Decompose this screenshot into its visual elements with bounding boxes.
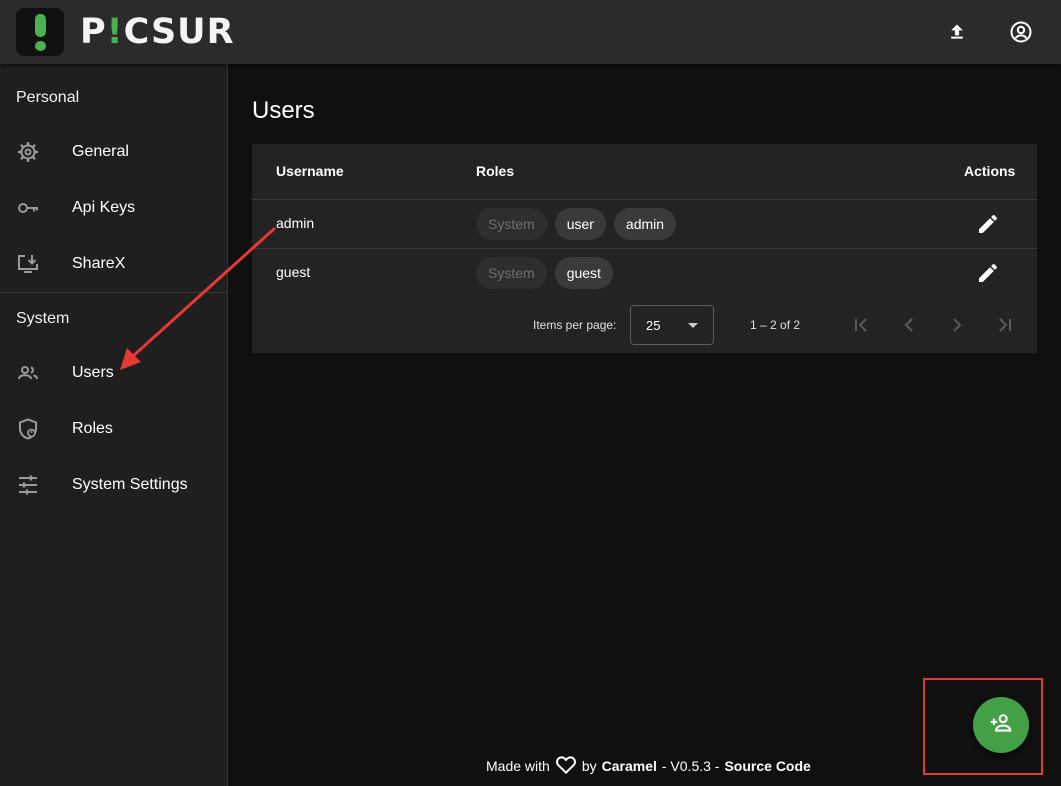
page-range-label: 1 – 2 of 2 bbox=[750, 318, 801, 332]
sliders-icon bbox=[16, 473, 40, 497]
username-cell: admin bbox=[276, 215, 315, 231]
sidebar-divider bbox=[0, 292, 227, 293]
first-page-icon[interactable] bbox=[849, 313, 873, 337]
brand-name: P!CSUR bbox=[80, 12, 235, 52]
gear-icon bbox=[16, 140, 40, 164]
edit-pencil-icon[interactable] bbox=[976, 212, 1000, 236]
page-title: Users bbox=[252, 97, 315, 124]
column-header-actions: Actions bbox=[964, 163, 1016, 179]
top-app-bar: P!CSUR bbox=[0, 0, 1061, 64]
sidebar-item-label: Roles bbox=[72, 420, 113, 437]
roles-cell: System user admin bbox=[476, 208, 677, 240]
page-size-value: 25 bbox=[646, 318, 661, 333]
role-chip: user bbox=[554, 208, 606, 240]
table-row: admin System user admin bbox=[252, 199, 1037, 248]
role-chip: System bbox=[476, 208, 547, 240]
next-page-icon[interactable] bbox=[945, 313, 969, 337]
sidebar-item-label: Users bbox=[72, 364, 114, 381]
role-chip: System bbox=[476, 257, 547, 289]
page-size-select[interactable]: 25 bbox=[630, 305, 714, 345]
role-chip: guest bbox=[554, 257, 613, 289]
heart-icon bbox=[555, 754, 577, 777]
edit-pencil-icon[interactable] bbox=[976, 261, 1000, 285]
sidebar-item-label: Api Keys bbox=[72, 199, 136, 216]
sidebar-header-system: System bbox=[16, 310, 70, 327]
add-user-button[interactable] bbox=[973, 697, 1029, 753]
users-icon bbox=[16, 361, 40, 385]
sidebar-item-label: System Settings bbox=[72, 476, 188, 493]
column-header-username[interactable]: Username bbox=[276, 163, 344, 179]
column-header-roles[interactable]: Roles bbox=[476, 163, 514, 179]
key-icon bbox=[16, 196, 40, 220]
roles-cell: System guest bbox=[476, 257, 613, 289]
dropdown-arrow-icon bbox=[688, 323, 698, 328]
sidebar-header-personal: Personal bbox=[16, 89, 80, 106]
sidebar-item-label: General bbox=[72, 143, 129, 160]
previous-page-icon[interactable] bbox=[897, 313, 921, 337]
footer-made-with: Made with bbox=[486, 757, 550, 774]
users-table: Username Roles Actions admin System user… bbox=[252, 144, 1037, 353]
logo-mark-dot bbox=[35, 41, 46, 51]
sidebar-item-general[interactable]: General bbox=[0, 124, 227, 180]
upload-icon[interactable] bbox=[941, 16, 973, 48]
download-screen-icon bbox=[16, 252, 40, 276]
sidebar-item-sharex[interactable]: ShareX bbox=[0, 236, 227, 292]
account-circle-icon[interactable] bbox=[1005, 16, 1037, 48]
last-page-icon[interactable] bbox=[993, 313, 1017, 337]
sidebar-item-api-keys[interactable]: Api Keys bbox=[0, 180, 227, 236]
table-row: guest System guest bbox=[252, 248, 1037, 297]
sidebar-item-users[interactable]: Users bbox=[0, 345, 227, 401]
logo-mark bbox=[35, 14, 46, 37]
username-cell: guest bbox=[276, 264, 311, 280]
sidebar: Personal General Api Keys ShareX System … bbox=[0, 64, 228, 786]
footer: Made with by Caramel - V0.5.3 - Source C… bbox=[486, 754, 811, 777]
logo[interactable] bbox=[16, 8, 64, 56]
items-per-page-label: Items per page: bbox=[533, 318, 617, 332]
sidebar-item-system-settings[interactable]: System Settings bbox=[0, 457, 227, 513]
author-link[interactable]: Caramel bbox=[602, 758, 657, 774]
shield-user-icon bbox=[16, 417, 40, 441]
role-chip: admin bbox=[613, 208, 677, 240]
version-label: - V0.5.3 - bbox=[661, 757, 720, 774]
sidebar-item-roles[interactable]: Roles bbox=[0, 401, 227, 457]
sidebar-item-label: ShareX bbox=[72, 255, 126, 272]
person-add-icon bbox=[988, 710, 1014, 741]
footer-by: by bbox=[581, 757, 597, 774]
source-code-link[interactable]: Source Code bbox=[724, 758, 810, 774]
